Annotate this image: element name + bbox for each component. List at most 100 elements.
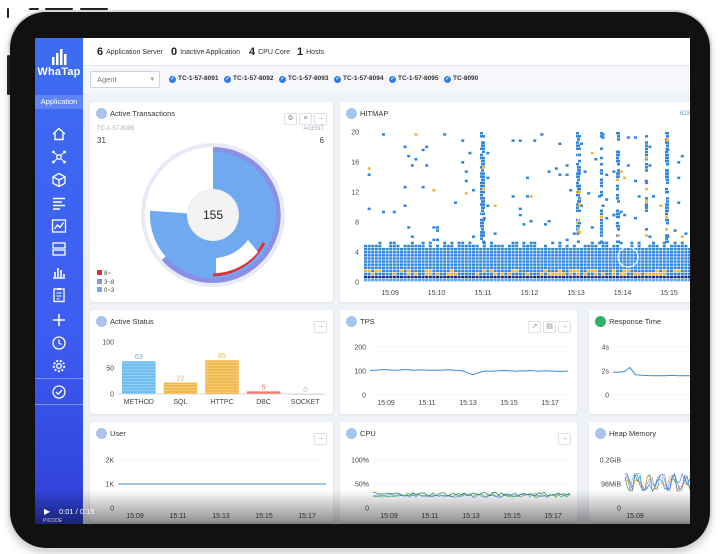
legend-item: 0~3 xyxy=(97,287,114,296)
hitmap-cell xyxy=(497,251,501,254)
hitmap-cell xyxy=(562,272,565,276)
hitmap-cell xyxy=(450,251,454,254)
hitmap-cell xyxy=(659,247,663,251)
hitmap-cell xyxy=(526,278,529,282)
active-status-chart: 100 50 0 63 METHOD 22 SQL 65 HTTPC 5 DBC 0 SOCKET xyxy=(102,340,326,406)
hitmap-cell xyxy=(673,266,677,269)
home-icon[interactable] xyxy=(51,126,67,142)
hitmap-cell xyxy=(414,158,418,161)
menu-icon[interactable]: ≡ xyxy=(299,113,312,125)
heap-svg-y-tick: 98MiB xyxy=(601,482,621,489)
hitmap-column-cell xyxy=(600,190,603,194)
tps-card: TPS ↗ ▤ → 200 100 0 15:09 15:11 15:13 15:15 15:17 xyxy=(340,310,577,414)
hitmap-cell xyxy=(500,266,504,269)
hitmap-cell xyxy=(518,269,522,273)
hitmap-cell xyxy=(601,269,605,273)
hitmap-column-cell xyxy=(666,135,669,138)
hitmap-cell xyxy=(605,251,609,254)
hitmap-column-cell xyxy=(645,153,648,157)
hitmap-cell xyxy=(619,269,623,273)
agent-select[interactable]: Agent ▾ xyxy=(90,71,160,88)
hitmap-cell xyxy=(482,272,486,276)
chart-icon[interactable] xyxy=(51,218,67,234)
topology-icon[interactable] xyxy=(51,149,67,165)
hitmap-cell xyxy=(641,269,645,273)
hitmap-cell xyxy=(533,257,537,260)
hitmap-cell xyxy=(522,247,526,251)
hitmap-cell xyxy=(396,260,400,263)
agent-chip[interactable]: ✓ TC-1-57-8095 xyxy=(389,75,438,83)
hitmap-cell xyxy=(461,161,465,164)
hitmap-cell xyxy=(554,254,558,257)
hitmap-cell xyxy=(666,263,670,266)
settings-gear-icon[interactable] xyxy=(51,358,67,374)
hitmap-cell xyxy=(544,257,547,260)
hitmap-column-cell xyxy=(645,144,648,147)
brand-logo[interactable]: WhaTap xyxy=(35,48,83,78)
hitmap-cell xyxy=(562,254,565,257)
settings-icon[interactable]: ⚙ xyxy=(284,113,297,125)
tps-svg-y-tick: 100 xyxy=(354,369,366,376)
hitmap-column-cell xyxy=(666,141,669,144)
agent-chip[interactable]: ✓ TC-1-57-8091 xyxy=(169,75,218,83)
add-icon[interactable] xyxy=(51,312,67,328)
sidebar-section-application[interactable]: Application xyxy=(35,95,83,109)
list-icon[interactable] xyxy=(51,195,67,211)
status-category-label: HTTPC xyxy=(210,399,233,406)
expand-arrow-icon[interactable]: → xyxy=(314,113,327,125)
hitmap-cell xyxy=(508,244,511,248)
hitmap-cell xyxy=(580,251,583,254)
hitmap-column-cell xyxy=(617,234,620,237)
hitmap-cell xyxy=(486,176,490,180)
hitmap-cell xyxy=(565,275,569,279)
hitmap-column-cell xyxy=(577,138,580,141)
hitmap-cell xyxy=(418,263,421,266)
hitmap-column-cell xyxy=(482,181,485,185)
hitmap-cell xyxy=(598,263,601,266)
hitmap-cell xyxy=(421,241,425,245)
bar-chart-icon[interactable] xyxy=(51,264,67,280)
agent-chip[interactable]: ✓ TC-1-57-8093 xyxy=(279,75,328,83)
clock-icon[interactable] xyxy=(51,335,67,351)
server-icon[interactable] xyxy=(51,241,67,257)
hitmap-cell xyxy=(655,275,659,279)
hitmap-cell xyxy=(457,269,461,273)
hitmap-cell xyxy=(490,251,493,254)
hitmap-cell xyxy=(479,266,483,269)
hitmap-cell xyxy=(364,257,367,260)
hitmap-cell xyxy=(425,145,429,149)
hitmap-cell xyxy=(392,244,396,248)
hitmap-cell xyxy=(385,251,389,254)
hitmap-cell xyxy=(594,244,598,248)
hitmap-cell xyxy=(644,254,648,257)
agent-chip[interactable]: ✓ TC-8090 xyxy=(444,75,478,83)
hitmap-cell xyxy=(590,244,594,248)
hitmap-cell xyxy=(382,266,385,269)
report-icon[interactable] xyxy=(51,287,67,303)
hitmap-cell xyxy=(680,251,684,254)
hitmap-cell xyxy=(446,275,450,279)
hitmap-cell xyxy=(605,272,609,276)
hitmap-cell xyxy=(680,254,684,257)
hitmap-cell xyxy=(396,263,400,266)
hitmap-cell xyxy=(677,161,681,164)
hitmap-column-cell xyxy=(617,150,620,154)
agent-chip[interactable]: ✓ TC-1-57-8092 xyxy=(224,75,273,83)
hitmap-cell xyxy=(526,251,529,254)
hitmap-cell xyxy=(630,257,634,260)
hitmap-cell xyxy=(374,254,378,257)
hitmap-cell xyxy=(594,278,598,282)
hitmap-cell xyxy=(619,275,623,279)
hitmap-cell xyxy=(655,272,659,276)
cube-icon[interactable] xyxy=(51,172,67,188)
hitmap-cell xyxy=(529,195,533,198)
agent-chip[interactable]: ✓ TC-1-57-8094 xyxy=(334,75,383,83)
hitmap-cell xyxy=(374,272,378,276)
hitmap-column-cell xyxy=(578,203,581,206)
play-icon[interactable]: ▶ xyxy=(44,507,50,516)
hitmap-cell xyxy=(547,272,551,276)
check-circle-icon[interactable] xyxy=(51,384,67,400)
screen: WhaTap Application 6 Application Server … xyxy=(35,38,690,524)
hitmap-cell xyxy=(407,275,411,279)
hitmap-cell xyxy=(605,263,609,266)
